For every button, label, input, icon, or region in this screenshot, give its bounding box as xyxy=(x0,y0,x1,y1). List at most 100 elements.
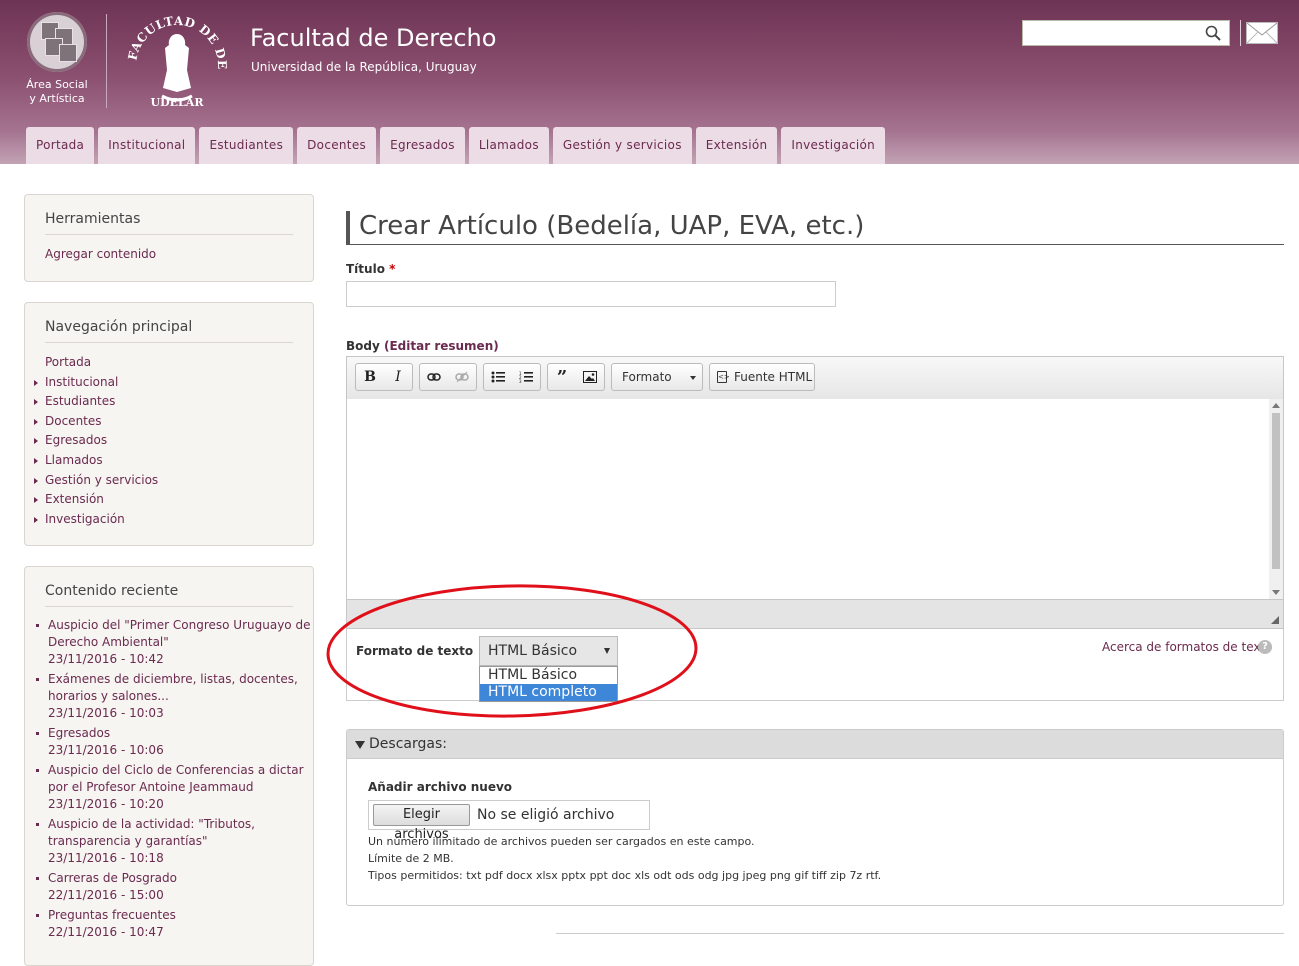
recent-item-date: 22/11/2016 - 15:00 xyxy=(48,888,164,902)
image-icon[interactable] xyxy=(576,364,604,390)
text-format-options: HTML Básico HTML completo xyxy=(479,666,618,702)
add-file-label: Añadir archivo nuevo xyxy=(368,780,513,794)
page-title: Crear Artículo (Bedelía, UAP, EVA, etc.) xyxy=(346,211,1284,245)
search-icon[interactable] xyxy=(1205,25,1221,41)
text-format-option[interactable]: HTML Básico xyxy=(480,667,617,684)
area-logo-line2: y Artística xyxy=(29,92,85,105)
main-menu-tab[interactable]: Extensión xyxy=(695,127,778,164)
text-format-select[interactable]: HTML Básico xyxy=(479,636,618,666)
list-item: Auspicio del Ciclo de Conferencias a dic… xyxy=(36,762,313,813)
required-mark: * xyxy=(389,262,396,276)
recent-item-date: 23/11/2016 - 10:42 xyxy=(48,652,164,666)
recent-item-date: 23/11/2016 - 10:03 xyxy=(48,706,164,720)
nav-item-llamados[interactable]: Llamados xyxy=(34,451,313,471)
toolbar-group-insert: ” xyxy=(547,363,605,391)
cubes-icon xyxy=(27,12,87,72)
chevron-down-icon xyxy=(690,376,696,380)
nav-item-gestion[interactable]: Gestión y servicios xyxy=(34,471,313,491)
main-menu-tab[interactable]: Egresados xyxy=(380,127,465,164)
main-menu-tab[interactable]: Portada xyxy=(26,127,95,164)
recent-item-date: 23/11/2016 - 10:20 xyxy=(48,797,164,811)
downloads-legend[interactable]: Descargas: xyxy=(347,730,1283,759)
upload-help-line: Un número ilimitado de archivos pueden s… xyxy=(368,835,755,848)
header-divider xyxy=(106,14,107,108)
nav-item-egresados[interactable]: Egresados xyxy=(34,431,313,451)
main-menu-tab[interactable]: Institucional xyxy=(98,127,196,164)
numbered-list-icon[interactable]: 123 xyxy=(512,364,540,390)
recent-item-link[interactable]: Auspicio del Ciclo de Conferencias a dic… xyxy=(48,762,313,796)
title-input[interactable] xyxy=(346,281,836,307)
text-format-selected: HTML Básico xyxy=(488,643,578,659)
editor-scrollbar[interactable] xyxy=(1269,399,1283,599)
recent-item-link[interactable]: Auspicio de la actividad: "Tributos, tra… xyxy=(48,816,313,850)
recent-item-link[interactable]: Carreras de Posgrado xyxy=(48,870,313,887)
main-nav-block-title: Navegación principal xyxy=(45,319,293,343)
resize-handle-icon[interactable] xyxy=(1271,616,1279,624)
nav-item-investigacion[interactable]: Investigación xyxy=(34,510,313,530)
main-menu-tab[interactable]: Docentes xyxy=(297,127,377,164)
nav-item-docentes[interactable]: Docentes xyxy=(34,412,313,432)
source-html-label: Fuente HTML xyxy=(734,370,813,384)
body-field-label: Body (Editar resumen) xyxy=(346,339,499,353)
editor-content-area[interactable] xyxy=(347,399,1283,599)
add-content-link[interactable]: Agregar contenido xyxy=(45,247,156,261)
list-item: Auspicio del "Primer Congreso Uruguayo d… xyxy=(36,617,313,668)
seal-text-bottom: UDELAR xyxy=(151,96,205,109)
text-format-option[interactable]: HTML completo xyxy=(480,684,617,701)
link-icon[interactable] xyxy=(420,364,448,390)
nav-item-estudiantes[interactable]: Estudiantes xyxy=(34,392,313,412)
site-name[interactable]: Facultad de Derecho xyxy=(250,24,496,52)
main-nav-block: Navegación principal Portada Institucion… xyxy=(24,302,314,546)
dropdown-arrow-icon xyxy=(604,648,610,654)
text-format-label: Formato de texto xyxy=(356,644,474,658)
file-upload-field[interactable]: Elegir archivos No se eligió archivo xyxy=(368,800,650,842)
main-menu-tab[interactable]: Llamados xyxy=(468,127,549,164)
recent-item-link[interactable]: Exámenes de diciembre, listas, docentes,… xyxy=(48,671,313,705)
toolbar-group-links xyxy=(419,363,477,391)
main-menu-tab[interactable]: Estudiantes xyxy=(199,127,294,164)
scroll-down-icon[interactable] xyxy=(1272,590,1280,595)
site-slogan: Universidad de la República, Uruguay xyxy=(251,60,477,74)
blockquote-icon[interactable]: ” xyxy=(548,364,576,390)
title-field-label: Título * xyxy=(346,262,395,276)
no-file-text: No se eligió archivo xyxy=(477,807,615,823)
format-combo-label: Formato xyxy=(622,370,672,384)
main-menu-tab[interactable]: Gestión y servicios xyxy=(552,127,692,164)
choose-files-button[interactable]: Elegir archivos xyxy=(373,804,470,842)
udelar-seal-logo[interactable]: FACULTAD DE DERECHO UDELAR xyxy=(124,8,230,112)
editor-toolbar: B I 123 ” Formato <> Fuente HTML xyxy=(347,357,1283,400)
about-text-formats-link[interactable]: Acerca de formatos de texto xyxy=(1102,640,1273,654)
list-item: Exámenes de diciembre, listas, docentes,… xyxy=(36,671,313,722)
bulleted-list-icon[interactable] xyxy=(484,364,512,390)
upload-help-line: Límite de 2 MB. xyxy=(368,852,454,865)
scroll-up-icon[interactable] xyxy=(1272,403,1280,408)
nav-item-institucional[interactable]: Institucional xyxy=(34,373,313,393)
search-input[interactable] xyxy=(1022,20,1230,46)
recent-item-date: 23/11/2016 - 10:18 xyxy=(48,851,164,865)
toolbar-group-lists: 123 xyxy=(483,363,541,391)
recent-content-title: Contenido reciente xyxy=(45,583,293,607)
main-menu-tab[interactable]: Investigación xyxy=(781,127,886,164)
list-item: Carreras de Posgrado 22/11/2016 - 15:00 xyxy=(36,870,313,904)
upload-help-line: Tipos permitidos: txt pdf docx xlsx pptx… xyxy=(368,869,882,882)
recent-content-block: Contenido reciente Auspicio del "Primer … xyxy=(24,566,314,966)
recent-item-link[interactable]: Auspicio del "Primer Congreso Uruguayo d… xyxy=(48,617,313,651)
mail-icon[interactable] xyxy=(1246,22,1278,44)
recent-item-link[interactable]: Preguntas frecuentes xyxy=(48,907,313,924)
bold-button[interactable]: B xyxy=(356,364,384,390)
italic-button[interactable]: I xyxy=(384,364,412,390)
edit-summary-link[interactable]: (Editar resumen) xyxy=(384,339,499,353)
svg-text:3: 3 xyxy=(519,379,522,383)
nav-item-extension[interactable]: Extensión xyxy=(34,490,313,510)
source-html-button[interactable]: <> Fuente HTML xyxy=(709,363,815,391)
nav-item-portada[interactable]: Portada xyxy=(45,353,313,373)
tools-block: Herramientas Agregar contenido xyxy=(24,194,314,282)
recent-item-link[interactable]: Egresados xyxy=(48,725,313,742)
unlink-icon[interactable] xyxy=(448,364,476,390)
help-icon[interactable]: ? xyxy=(1258,640,1272,654)
scrollbar-thumb[interactable] xyxy=(1272,413,1280,569)
format-combo[interactable]: Formato xyxy=(611,363,703,391)
area-social-logo[interactable]: Área Social y Artística xyxy=(22,12,92,106)
list-item: Auspicio de la actividad: "Tributos, tra… xyxy=(36,816,313,867)
header-separator xyxy=(1240,20,1241,46)
